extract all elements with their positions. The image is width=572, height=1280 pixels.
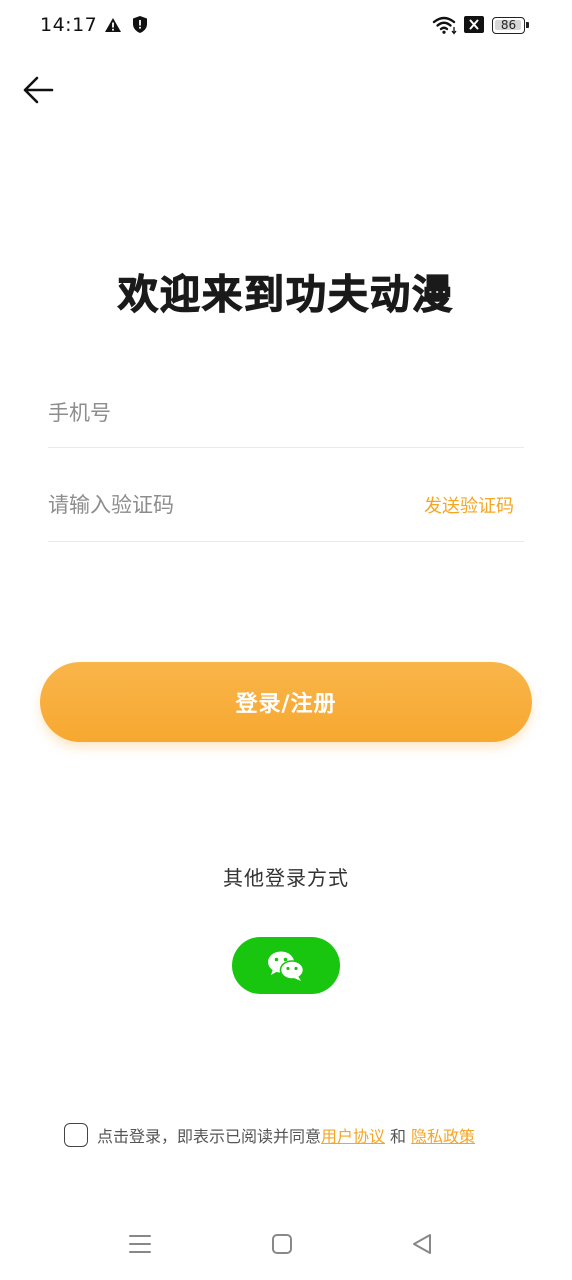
arrow-left-icon (23, 76, 54, 104)
system-nav-bar (0, 1210, 572, 1280)
home-icon[interactable] (270, 1232, 294, 1260)
back-triangle-icon[interactable] (410, 1232, 434, 1260)
phone-field-row (48, 378, 524, 448)
privacy-policy-link[interactable]: 隐私政策 (411, 1123, 475, 1147)
status-bar: 14:17 86 (0, 0, 572, 50)
status-time: 14:17 (40, 14, 98, 36)
agreement-checkbox[interactable] (64, 1123, 88, 1147)
send-code-button[interactable]: 发送验证码 (424, 468, 514, 541)
menu-icon[interactable] (126, 1232, 154, 1260)
verification-code-input[interactable] (48, 468, 388, 541)
agreement-and-text: 和 (390, 1127, 407, 1146)
login-screen: 14:17 86 欢迎来到功夫动漫 手机号 请输入验证码 发送验证码 登录/注册… (0, 0, 572, 1280)
agreement-row: 点击登录，即表示已阅读并同意 用户协议 和 隐私政策 (64, 1120, 475, 1150)
other-login-label: 其他登录方式 (223, 866, 349, 890)
battery-level: 86 (500, 18, 517, 32)
warning-icon (104, 17, 122, 37)
wechat-login-button[interactable] (232, 937, 340, 994)
code-field-row: 发送验证码 (48, 468, 524, 542)
sim-off-icon (464, 16, 484, 37)
agreement-text: 点击登录，即表示已阅读并同意 (97, 1127, 322, 1146)
page-title: 欢迎来到功夫动漫 (117, 271, 454, 318)
phone-input[interactable] (48, 378, 388, 447)
user-agreement-link[interactable]: 用户协议 (321, 1123, 385, 1147)
back-button[interactable] (16, 68, 60, 112)
shield-icon (132, 15, 148, 38)
wifi-icon (432, 15, 458, 39)
login-register-button[interactable]: 登录/注册 (40, 662, 532, 742)
battery-icon: 86 (492, 17, 529, 34)
wechat-icon (268, 951, 305, 981)
